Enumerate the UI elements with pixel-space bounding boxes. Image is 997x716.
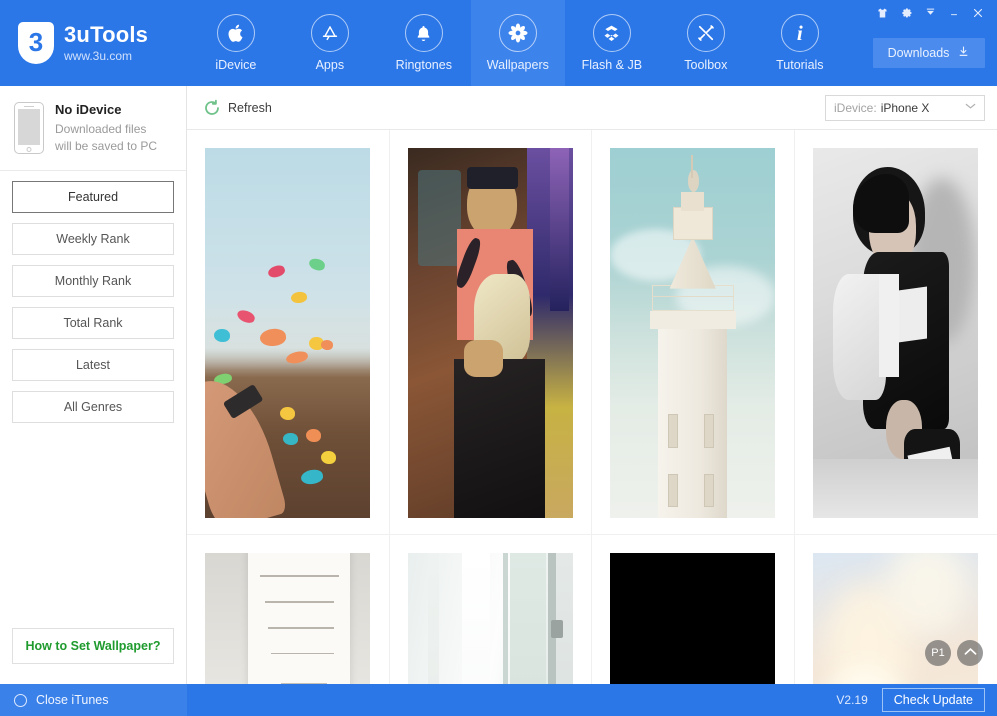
appstore-icon [310, 14, 349, 52]
check-update-label: Check Update [893, 693, 973, 707]
iphone-icon [14, 102, 44, 154]
tab-tutorials[interactable]: i Tutorials [753, 0, 847, 86]
tab-wallpapers[interactable]: Wallpapers [470, 0, 565, 86]
app-title: 3uTools [64, 22, 149, 48]
window-controls [871, 3, 989, 22]
tab-idevice[interactable]: iDevice [189, 0, 283, 86]
category-label: All Genres [63, 400, 123, 415]
tab-label: Apps [315, 58, 345, 72]
bell-icon [404, 14, 443, 52]
app-logo: 3 3uTools www.3u.com [0, 0, 189, 86]
sidebar-item-latest[interactable]: Latest [12, 349, 174, 382]
downloads-button[interactable]: Downloads [873, 38, 985, 68]
wallpaper-item[interactable] [390, 535, 592, 684]
tab-label: Toolbox [684, 58, 728, 72]
content-toolbar: Refresh iDevice: iPhone X [187, 86, 997, 130]
idevice-select-label: iDevice: [834, 100, 877, 115]
box-open-icon [592, 14, 631, 52]
sidebar-item-monthly-rank[interactable]: Monthly Rank [12, 265, 174, 298]
wallpaper-item[interactable] [187, 535, 390, 684]
refresh-label: Refresh [228, 100, 272, 115]
info-icon: i [780, 14, 819, 52]
minimize-icon[interactable] [943, 3, 965, 22]
circle-icon [14, 693, 27, 707]
3utools-window: 3 3uTools www.3u.com iDevice Apps Ringto… [0, 0, 997, 716]
minimize-to-tray-icon[interactable] [919, 3, 941, 22]
tab-toolbox[interactable]: Toolbox [659, 0, 753, 86]
tab-label: Flash & JB [581, 58, 643, 72]
how-to-set-wallpaper-button[interactable]: How to Set Wallpaper? [12, 628, 174, 664]
category-label: Weekly Rank [56, 232, 130, 247]
device-title: No iDevice [55, 102, 122, 117]
apple-icon [216, 14, 255, 52]
tab-flash-jb[interactable]: Flash & JB [565, 0, 659, 86]
wallpaper-grid-scroll[interactable]: P1 [187, 130, 997, 684]
download-arrow-icon [957, 45, 970, 61]
idevice-select[interactable]: iDevice: iPhone X [825, 94, 985, 121]
scroll-to-top-button[interactable] [957, 640, 983, 666]
page-badge[interactable]: P1 [925, 640, 951, 666]
refresh-icon [203, 99, 221, 117]
sidebar-item-weekly-rank[interactable]: Weekly Rank [12, 223, 174, 256]
wallpaper-fashion-woman-thumbnail [407, 148, 573, 518]
close-itunes-button[interactable]: Close iTunes [0, 684, 187, 716]
wallpaper-balloons-thumbnail [205, 148, 371, 518]
check-update-button[interactable]: Check Update [881, 688, 985, 712]
sidebar-item-all-genres[interactable]: All Genres [12, 391, 174, 424]
wallpaper-bw-portrait-thumbnail [813, 148, 979, 518]
tab-ringtones[interactable]: Ringtones [377, 0, 471, 86]
category-label: Featured [67, 190, 119, 205]
settings-gear-icon[interactable] [895, 3, 917, 22]
tab-label: Ringtones [395, 58, 452, 72]
sidebar-item-featured[interactable]: Featured [12, 181, 174, 214]
category-label: Total Rank [63, 316, 123, 331]
close-itunes-label: Close iTunes [36, 693, 109, 707]
tools-icon [686, 14, 725, 52]
app-body: No iDevice Downloaded files will be save… [0, 86, 997, 684]
idevice-select-value: iPhone X [880, 100, 930, 115]
category-label: Monthly Rank [54, 274, 132, 289]
main-navigation: iDevice Apps Ringtones Wallpapers Flash … [189, 0, 847, 86]
sidebar: No iDevice Downloaded files will be save… [0, 86, 187, 684]
flower-icon [498, 14, 537, 52]
wallpaper-window-thumbnail [407, 553, 573, 684]
wallpaper-grid [187, 130, 997, 684]
chevron-up-icon [964, 647, 977, 659]
wallpaper-item[interactable] [187, 130, 390, 535]
downloads-label: Downloads [887, 46, 950, 60]
close-icon[interactable] [967, 3, 989, 22]
sidebar-item-total-rank[interactable]: Total Rank [12, 307, 174, 340]
device-status-panel: No iDevice Downloaded files will be save… [0, 86, 186, 172]
tab-label: Wallpapers [486, 58, 549, 72]
app-header: 3 3uTools www.3u.com iDevice Apps Ringto… [0, 0, 997, 86]
header-right-controls: Downloads [847, 0, 997, 86]
wallpaper-black-thumbnail [610, 553, 776, 684]
main-content: Refresh iDevice: iPhone X P1 [187, 86, 997, 684]
status-bar-right: V2.19 Check Update [836, 688, 997, 712]
shield-logo-icon: 3 [18, 22, 54, 64]
tab-label: iDevice [215, 58, 257, 72]
wallpaper-lighthouse-thumbnail [610, 148, 776, 518]
wallpaper-item[interactable] [794, 130, 997, 535]
wallpaper-item[interactable] [592, 130, 795, 535]
wallpaper-item[interactable] [389, 130, 592, 535]
chevron-down-icon [965, 102, 976, 113]
how-to-label: How to Set Wallpaper? [25, 639, 161, 653]
status-bar: Close iTunes V2.19 Check Update [0, 684, 997, 716]
category-label: Latest [75, 358, 111, 373]
wallpaper-item[interactable] [592, 535, 795, 684]
category-list: Featured Weekly Rank Monthly Rank Total … [0, 171, 186, 424]
app-website: www.3u.com [64, 48, 133, 63]
grid-float-controls: P1 [925, 640, 983, 666]
skin-icon[interactable] [871, 3, 893, 22]
tab-label: Tutorials [776, 58, 824, 72]
device-subtitle: Downloaded files will be saved to PC [55, 122, 158, 153]
refresh-button[interactable]: Refresh [203, 99, 272, 117]
wallpaper-notebook-thumbnail [205, 553, 371, 684]
version-label: V2.19 [836, 693, 868, 707]
tab-apps[interactable]: Apps [283, 0, 377, 86]
